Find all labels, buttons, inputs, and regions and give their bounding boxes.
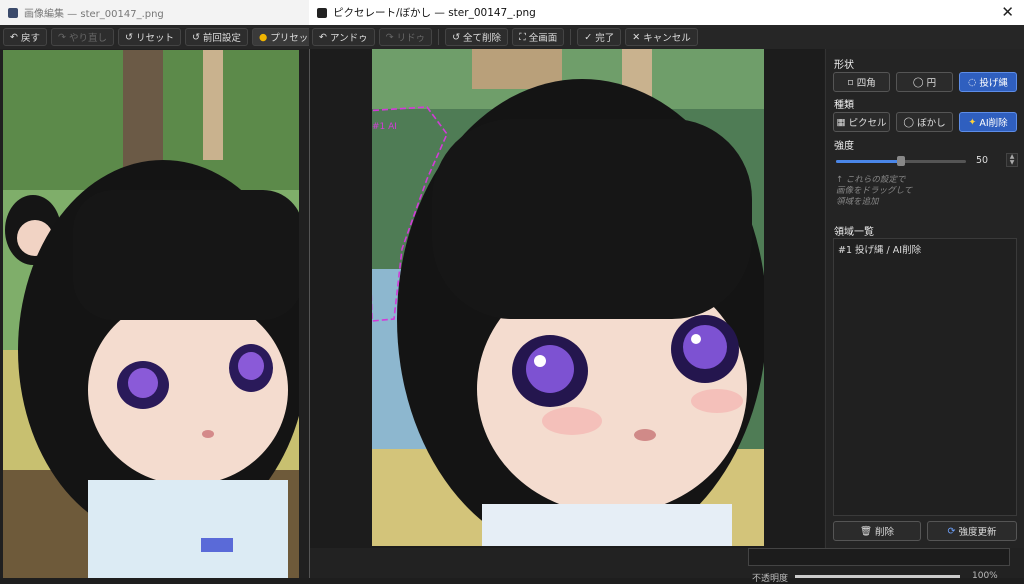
settings-panel: 形状 ▫ 四角 ◯ 円 ◌ 投げ縄 種類 ▦ ピクセル ◯ ぼかし ✦ AI削除 強度 50… — [825, 49, 1024, 548]
rectangle-icon: ▫ — [847, 76, 854, 88]
strength-slider-thumb[interactable] — [897, 156, 905, 166]
circle-icon: ◯ — [912, 76, 924, 88]
region-list-title: 領域一覧 — [834, 227, 874, 238]
background-image-canvas[interactable] — [3, 50, 299, 578]
edit-image-canvas[interactable]: #1 AI — [372, 49, 764, 546]
sparkle-icon: ✦ — [968, 116, 977, 128]
shape-section-title: 形状 — [834, 60, 854, 71]
type-blur-button[interactable]: ◯ ぼかし — [896, 112, 953, 132]
undo-icon: ↶ — [319, 31, 327, 43]
lasso-icon: ◌ — [968, 76, 977, 88]
strength-section-title: 強度 — [834, 141, 854, 152]
strength-slider[interactable] — [836, 156, 966, 166]
type-pixelate-button[interactable]: ▦ ピクセル — [833, 112, 890, 132]
type-section-title: 種類 — [834, 100, 854, 111]
strength-value: 50 — [976, 155, 989, 166]
clear-icon: ↺ — [452, 31, 461, 43]
background-window-title: 画像編集 — ster_00147_.png — [24, 9, 164, 20]
background-artwork — [3, 50, 299, 578]
app-icon — [317, 7, 327, 18]
delete-region-button[interactable]: 🗑 削除 — [833, 521, 921, 541]
shape-rect-button[interactable]: ▫ 四角 — [833, 72, 890, 92]
refresh-icon: ⟳ — [947, 525, 956, 537]
edit-artwork: #1 AI — [372, 49, 764, 546]
strength-spinbox-arrows[interactable]: ▲ ▼ — [1006, 153, 1018, 167]
background-toolbar: ↶ 戻す ↷ やり直し ↺ リセット ↺ 前回設定 ● プリセット ▾ — [0, 25, 333, 49]
shape-circle-button[interactable]: ◯ 円 — [896, 72, 953, 92]
toolbar-divider — [570, 29, 572, 45]
previous-settings-icon: ↺ — [191, 31, 200, 43]
undo-button[interactable]: ↶ アンドゥ — [312, 28, 375, 46]
app-icon — [8, 7, 18, 18]
shape-lasso-button[interactable]: ◌ 投げ縄 — [959, 72, 1017, 92]
bottom-field — [748, 548, 1010, 566]
background-window-titlebar: 画像編集 — ster_00147_.png — [0, 0, 310, 25]
lasso-label: #1 AI — [372, 122, 397, 132]
cancel-button[interactable]: ✕ キャンセル — [625, 28, 698, 46]
done-button[interactable]: ✓ 完了 — [577, 28, 622, 46]
redo-icon: ↷ — [385, 31, 394, 43]
check-icon: ✓ — [584, 31, 593, 43]
spin-down-icon: ▼ — [1009, 159, 1015, 166]
dialog-toolbar: ↶ アンドゥ ↷ リドゥ ↺ 全て削除 ⛶ 全画面 ✓ 完了 ✕ キャンセル — [309, 25, 1024, 49]
clear-all-button[interactable]: ↺ 全て削除 — [445, 28, 509, 46]
bg-reset-button[interactable]: ↺ リセット — [117, 28, 181, 46]
bg-undo-button[interactable]: ↶ 戻す — [3, 28, 47, 46]
undo-icon: ↶ — [10, 31, 18, 43]
opacity-value: 100% — [972, 571, 998, 581]
update-strength-button[interactable]: ⟳ 強度更新 — [927, 521, 1017, 541]
preset-icon: ● — [258, 31, 268, 43]
region-list[interactable]: #1 投げ縄 / AI削除 — [833, 238, 1017, 516]
list-item[interactable]: #1 投げ縄 / AI削除 — [838, 242, 1012, 256]
bg-redo-button[interactable]: ↷ やり直し — [50, 28, 114, 46]
dialog-title: ピクセレート/ぼかし — ster_00147_.png — [333, 7, 536, 19]
redo-icon: ↷ — [57, 31, 66, 43]
strength-slider-fill — [836, 160, 901, 163]
dialog-titlebar: ピクセレート/ぼかし — ster_00147_.png ✕ — [309, 0, 1024, 25]
trash-icon: 🗑 — [859, 525, 873, 537]
redo-button[interactable]: ↷ リドゥ — [378, 28, 433, 46]
reset-icon: ↺ — [124, 31, 133, 43]
pixel-icon: ▦ — [836, 116, 846, 128]
cancel-icon: ✕ — [632, 31, 641, 43]
toolbar-divider — [438, 29, 440, 45]
hint-text: ↑ これらの設定で 画像をドラッグして 領域を追加 — [836, 175, 913, 207]
fullscreen-button[interactable]: ⛶ 全画面 — [512, 28, 565, 46]
blur-icon: ◯ — [903, 116, 915, 128]
bg-previous-settings-button[interactable]: ↺ 前回設定 — [184, 28, 248, 46]
fullscreen-icon: ⛶ — [519, 31, 526, 43]
type-ai-remove-button[interactable]: ✦ AI削除 — [959, 112, 1017, 132]
close-icon[interactable]: ✕ — [1001, 3, 1014, 21]
